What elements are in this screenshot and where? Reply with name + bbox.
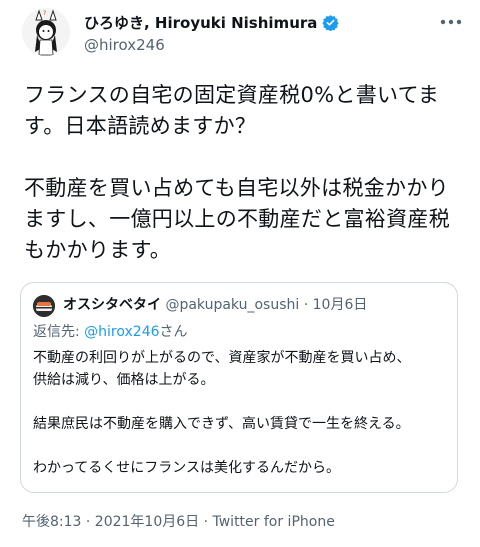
author-name-row[interactable]: ひろゆき, Hiroyuki Nishimura: [84, 12, 340, 33]
author-handle[interactable]: @hirox246: [84, 36, 165, 54]
quoted-header: オスシタベタイ @pakupaku_osushi · 10月6日: [63, 294, 367, 314]
quoted-author-avatar[interactable]: [33, 295, 55, 317]
reply-suffix: さん: [159, 324, 188, 340]
tweet-text: フランスの自宅の固定資産税0%と書いてます。日本語読めますか？ 不動産を買い占め…: [24, 83, 450, 262]
quoted-handle-date: @pakupaku_osushi · 10月6日: [165, 297, 368, 313]
quoted-tweet-text: 不動産の利回りが上がるので、資産家が不動産を買い占め、 供給は減り、価格は上がる…: [33, 350, 411, 476]
more-options-icon[interactable]: [438, 14, 464, 30]
author-avatar[interactable]: ?: [22, 8, 70, 56]
verified-badge-icon: [322, 14, 340, 32]
quoted-author-name[interactable]: オスシタベタイ: [63, 297, 161, 313]
quoted-tweet-card[interactable]: オスシタベタイ @pakupaku_osushi · 10月6日 返信先: @h…: [20, 282, 458, 493]
tweet-timestamp[interactable]: 午後8:13 · 2021年10月6日 · Twitter for iPhone: [22, 511, 335, 531]
reply-prefix: 返信先:: [33, 324, 85, 340]
svg-text:?: ?: [43, 10, 46, 17]
reply-to-line: 返信先: @hirox246さん: [33, 321, 188, 341]
reply-mention-link[interactable]: @hirox246: [84, 324, 159, 340]
author-name[interactable]: ひろゆき, Hiroyuki Nishimura: [84, 12, 317, 33]
